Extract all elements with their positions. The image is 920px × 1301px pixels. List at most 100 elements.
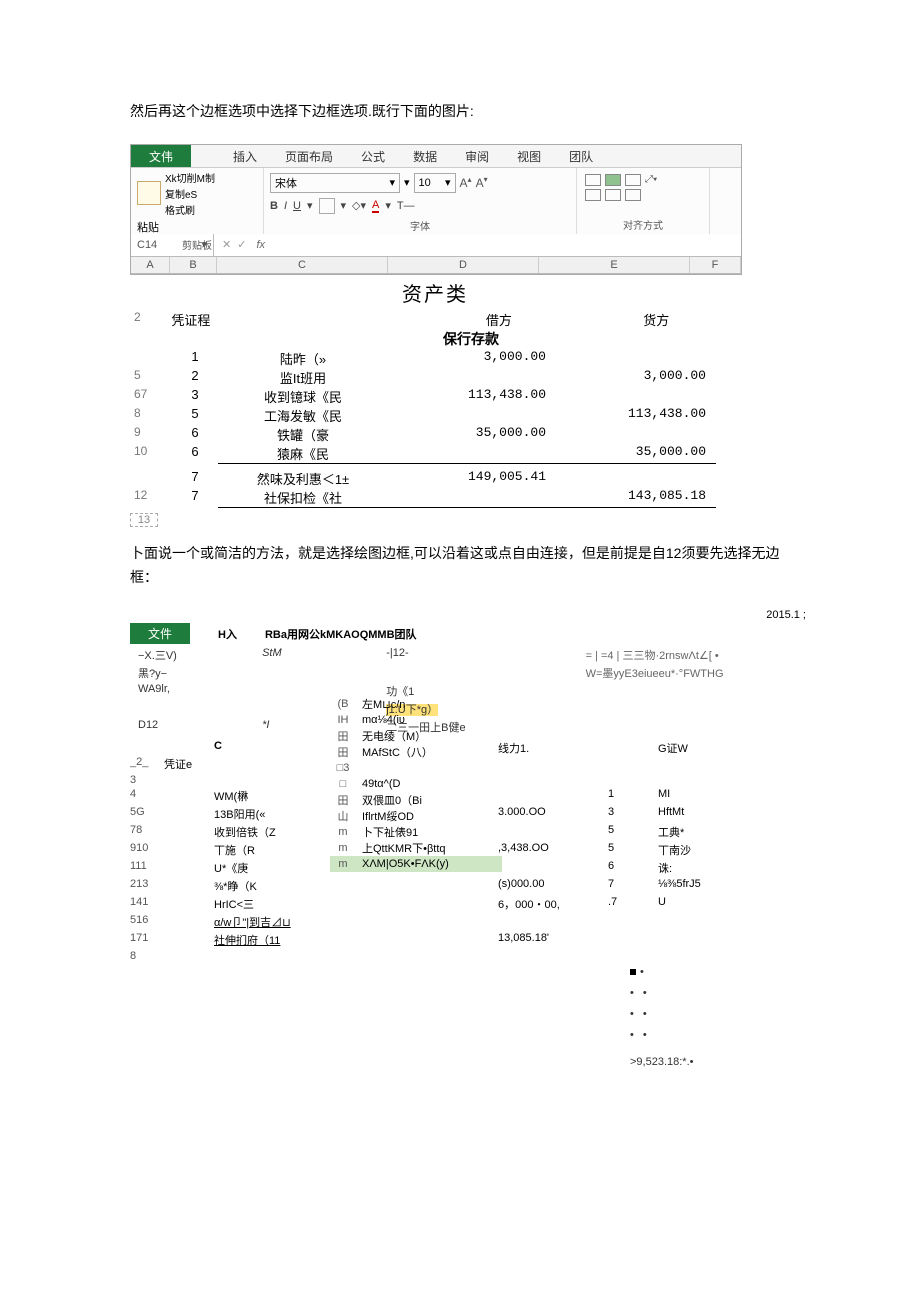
font-color-button[interactable]: A — [372, 199, 379, 213]
fig2-cell: 1 — [608, 788, 658, 804]
table-row: 52监It班用3,000.00 — [130, 368, 740, 387]
fig2-cell: 5 — [608, 824, 658, 840]
tab-home[interactable] — [191, 145, 219, 167]
fig2-cell: ⅜*睁（K — [214, 878, 334, 894]
bold-button[interactable]: B — [270, 200, 278, 212]
tab-team[interactable]: 团队 — [555, 145, 607, 167]
cancel-icon[interactable]: ✕ — [222, 238, 231, 251]
dots-row — [630, 983, 810, 1004]
tab-formula[interactable]: 公式 — [347, 145, 399, 167]
align-top-center-icon[interactable] — [605, 174, 621, 186]
underline-button[interactable]: U — [293, 200, 301, 212]
align-mid-right-icon[interactable] — [625, 189, 641, 201]
tab-file[interactable]: 文伟 — [131, 145, 191, 167]
fig2-cell — [164, 914, 214, 930]
col-c[interactable]: C — [217, 257, 388, 273]
tab-review[interactable]: 审阅 — [451, 145, 503, 167]
col-b[interactable]: B — [170, 257, 217, 273]
ribbon-tabs: 文伟 插入 页面布局 公式 数据 审阅 视图 团队 — [131, 145, 741, 168]
fig2-cell: 141 — [130, 896, 164, 912]
fig2-tab-file[interactable]: 文件 — [130, 623, 190, 644]
fig2-cell: ,3,438.OO — [498, 842, 608, 858]
fig2-cell — [214, 950, 334, 962]
border-button[interactable] — [319, 198, 335, 214]
excel-figure-2: 2015.1 ; 文件 H入 RBa用网公kMKAOQMMB团队 −X.三V)S… — [130, 609, 810, 1072]
align-mid-center-icon[interactable] — [605, 189, 621, 201]
fig2-cell — [164, 806, 214, 822]
intro-text-1: 然后再这个边框选项中选择下边框选项.既行下面的图片: — [130, 100, 790, 124]
fig2-cell — [334, 878, 358, 894]
fig2-cell — [498, 788, 608, 804]
table-row: 96铁罐（豪35,000.00 — [130, 425, 740, 444]
border-menu-item[interactable]: 田MAfStC（八） — [330, 744, 502, 760]
border-menu-item[interactable]: 山IflrtM绥OD — [330, 808, 502, 824]
fig2-col-xl: 线力1. — [498, 740, 608, 756]
border-menu-item[interactable]: 田无电绫（M） — [330, 728, 502, 744]
col-e[interactable]: E — [539, 257, 690, 273]
orientation-icon[interactable]: ⤢▾ — [645, 174, 657, 186]
border-menu-item[interactable]: □3 — [330, 760, 502, 776]
tab-insert[interactable]: 插入 — [219, 145, 271, 167]
decrease-font-icon[interactable]: A▾ — [476, 175, 488, 190]
fig2-cell — [334, 932, 358, 948]
border-menu-item[interactable]: (B左M⊔c/n — [330, 696, 502, 712]
border-menu-item[interactable]: m卜下祉俵91 — [330, 824, 502, 840]
fig2-ribbon-row: −X.三V)StM-|12-= | =4 | 三三物·2rnswΛt∠[ • — [130, 646, 810, 664]
bank-label: 保行存款 — [396, 329, 556, 349]
font-size-select[interactable]: 10▾ — [414, 173, 456, 193]
brush-button[interactable]: 格式刷 — [165, 202, 215, 217]
fig2-tab-team[interactable]: RBa用网公kMKAOQMMB团队 — [265, 626, 417, 642]
col-a[interactable]: A — [131, 257, 170, 273]
name-box[interactable]: C14▾ — [131, 234, 214, 256]
fig2-ribbon-row: 黑?y−W=墨yyE3eiueeu*·°FWTHG — [130, 664, 810, 682]
copy-button[interactable]: 复制eS — [165, 186, 215, 201]
fig2-cell — [498, 914, 608, 930]
fig2-cell — [214, 756, 334, 772]
fig2-cell — [358, 896, 498, 912]
sheet-body: 资产类 2 凭证程 借方 货方 保行存款 1陆昨（»3,000.0052监It班… — [130, 275, 740, 527]
cut-button[interactable]: Xk切削M制 — [165, 170, 215, 185]
tab-data[interactable]: 数据 — [399, 145, 451, 167]
align-top-right-icon[interactable] — [625, 174, 641, 186]
fig2-cell — [358, 914, 498, 930]
fig2-cell: 516 — [130, 914, 164, 930]
fig2-cell — [334, 896, 358, 912]
align-t[interactable]: T— — [397, 200, 415, 212]
col-d[interactable]: D — [388, 257, 539, 273]
rownum-13: 13 — [130, 513, 158, 527]
border-dropdown-menu[interactable]: (B左M⊔c/nIHmα⅛4(iυ田无电绫（M）田MAfStC（八）□3□49t… — [330, 696, 502, 872]
col-f[interactable]: F — [690, 257, 741, 273]
border-menu-item[interactable]: 田双偎皿0（Bi — [330, 792, 502, 808]
border-menu-item[interactable]: IHmα⅛4(iυ — [330, 712, 502, 728]
fig2-cell: MI — [658, 788, 738, 804]
table-row: 85工海发敏《民113,438.00 — [130, 406, 740, 425]
align-mid-left-icon[interactable] — [585, 189, 601, 201]
italic-button[interactable]: I — [284, 200, 287, 212]
border-menu-item[interactable]: m上QttKMR下•βttq — [330, 840, 502, 856]
fig2-cell — [498, 950, 608, 962]
table-row: 106猿麻《民35,000.00 — [130, 444, 740, 463]
fig2-cell — [164, 842, 214, 858]
fig2-cell: (s)000.00 — [498, 878, 608, 894]
confirm-icon[interactable]: ✓ — [237, 238, 246, 251]
font-name-select[interactable]: 宋体▾ — [270, 173, 400, 193]
fig2-cell: ⅛⅜5frJ5 — [658, 878, 738, 894]
border-menu-item[interactable]: mXΛM|O5K•FΛK(y) — [330, 856, 502, 872]
divider-row-2 — [130, 507, 740, 509]
align-top-left-icon[interactable] — [585, 174, 601, 186]
tab-view[interactable]: 视图 — [503, 145, 555, 167]
fig2-tab-insert[interactable]: H入 — [218, 626, 237, 642]
col-df: 货方 — [583, 310, 740, 329]
fig2-cell: α/w卩"|到吉⊿⊔ — [214, 914, 334, 930]
col-pz: 凭证程 — [171, 310, 250, 329]
tab-layout[interactable]: 页面布局 — [271, 145, 347, 167]
paste-button[interactable] — [137, 181, 161, 205]
border-menu-item[interactable]: □49tα^(D — [330, 776, 502, 792]
rownum-2: 2 — [130, 310, 171, 329]
fig2-cell: 111 — [130, 860, 164, 876]
increase-font-icon[interactable]: A▴ — [460, 175, 472, 190]
fx-icon[interactable]: fx — [252, 239, 269, 251]
fig2-cell: U — [658, 896, 738, 912]
fill-icon[interactable]: ◇▾ — [352, 199, 366, 212]
fig2-cell — [164, 896, 214, 912]
